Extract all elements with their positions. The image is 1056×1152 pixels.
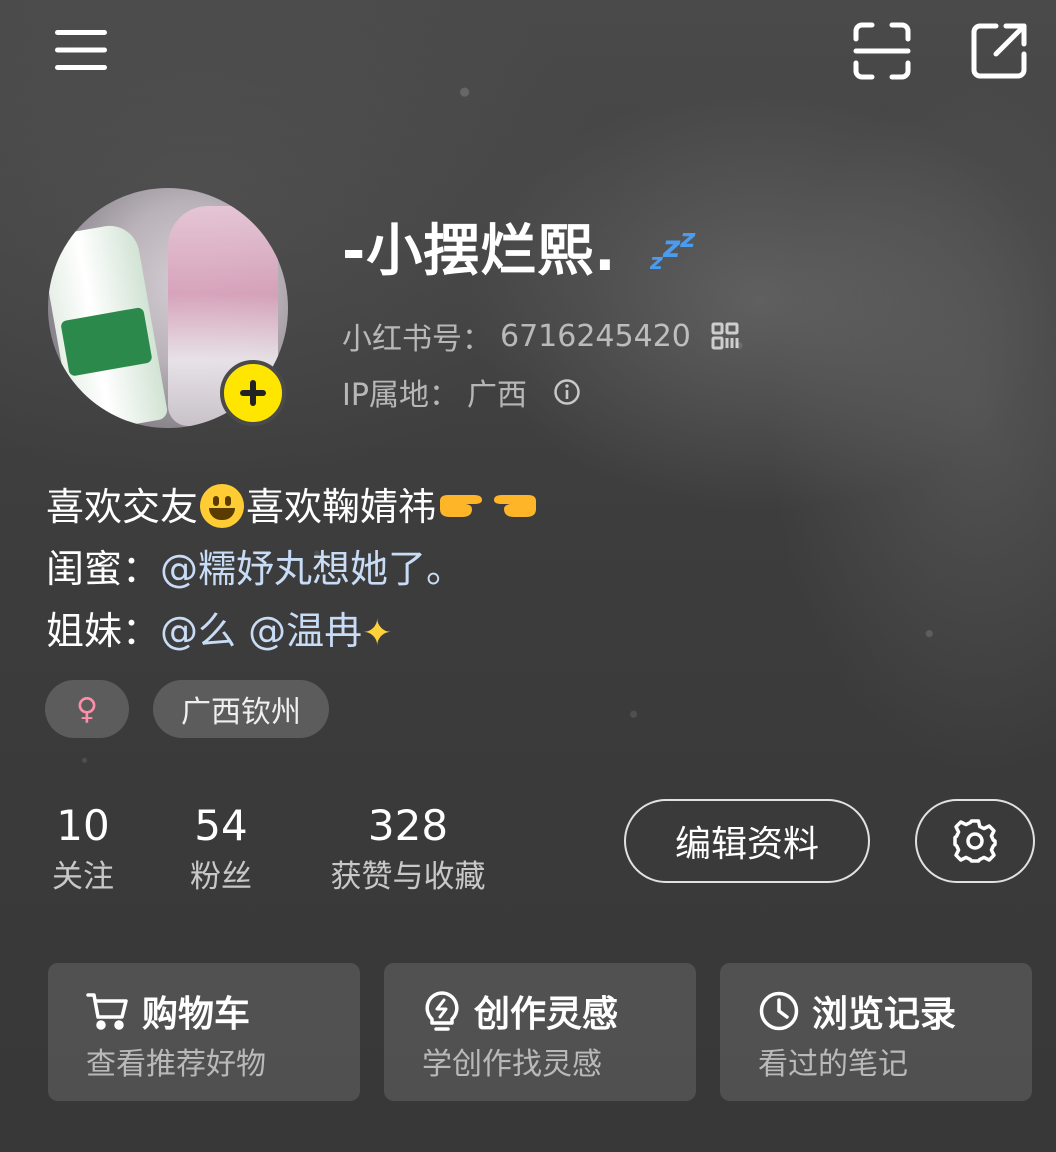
stat-likes-collections[interactable]: 328 获赞与收藏 <box>318 800 498 902</box>
grinning-face-icon <box>200 483 245 528</box>
bio-line-1: 喜欢交友 喜欢鞠婧祎 <box>46 476 540 532</box>
location-tag-label: 广西钦州 <box>181 695 301 730</box>
bio-text-1a: 喜欢交友 <box>46 485 199 529</box>
bio-prefix-2: 闺蜜： <box>46 547 161 591</box>
edit-profile-button[interactable]: 编辑资料 <box>624 799 870 883</box>
info-icon[interactable] <box>553 378 581 406</box>
bio-line-2: 闺蜜：@糯妤丸想她了。 <box>46 538 464 593</box>
card-title: 购物车 <box>142 994 251 1035</box>
profile-page: -小摆烂熙. zzz 小红书号： 6716245420 IP属地： 广西 喜欢交… <box>0 0 1056 1152</box>
card-title-row: 创作灵感 <box>422 985 618 1037</box>
menu-button[interactable] <box>44 20 118 80</box>
gender-tag: ♀ <box>45 680 129 738</box>
scan-button[interactable] <box>846 16 918 86</box>
stat-value: 10 <box>56 801 110 850</box>
stat-label: 关注 <box>52 859 114 895</box>
location-tag: 广西钦州 <box>153 680 329 738</box>
stat-value: 54 <box>194 801 248 850</box>
female-icon: ♀ <box>76 691 98 727</box>
stat-label: 获赞与收藏 <box>330 859 486 895</box>
ip-value: 广西 <box>466 378 527 413</box>
username: -小摆烂熙. <box>342 219 617 284</box>
bio-prefix-3: 姐妹： <box>46 609 161 653</box>
settings-button[interactable] <box>915 799 1035 883</box>
bio-mention-links[interactable]: @么 @温冉 <box>160 609 362 653</box>
add-avatar-button[interactable] <box>220 360 286 426</box>
card-subtitle: 查看推荐好物 <box>86 1047 266 1082</box>
pointing-left-icon <box>494 494 537 517</box>
xhs-id-label: 小红书号： <box>342 322 492 357</box>
pointing-right-icon <box>440 494 483 517</box>
clock-icon <box>759 991 799 1031</box>
card-title: 创作灵感 <box>474 994 619 1035</box>
gear-icon <box>953 819 997 863</box>
card-title-row: 购物车 <box>86 985 250 1037</box>
stat-label: 粉丝 <box>190 859 252 895</box>
stat-value: 328 <box>367 801 449 850</box>
cart-icon <box>86 993 128 1030</box>
shopping-cart-card[interactable]: 购物车 查看推荐好物 <box>48 963 360 1101</box>
bio-line-3: 姐妹：@么 @温冉✦ <box>46 600 392 655</box>
card-subtitle: 学创作找灵感 <box>422 1047 602 1082</box>
avatar-bottle-shape <box>48 221 169 428</box>
ip-label: IP属地： <box>342 378 459 413</box>
sparkles-icon: ✦ <box>362 613 393 654</box>
creative-inspiration-card[interactable]: 创作灵感 学创作找灵感 <box>384 963 696 1101</box>
share-external-icon <box>971 23 1027 79</box>
hamburger-menu-icon <box>55 30 107 70</box>
card-subtitle: 看过的笔记 <box>758 1047 908 1082</box>
browse-history-card[interactable]: 浏览记录 看过的笔记 <box>720 963 1032 1101</box>
zzz-icon: zzz <box>650 224 696 275</box>
plus-icon <box>240 380 266 406</box>
stat-following[interactable]: 10 关注 <box>44 800 122 902</box>
bio-text-1b: 喜欢鞠婧祎 <box>246 485 437 529</box>
xhs-id-value: 6716245420 <box>500 318 691 354</box>
card-title: 浏览记录 <box>812 994 957 1035</box>
share-button[interactable] <box>962 16 1036 86</box>
ip-location-row: IP属地： 广西 <box>342 370 581 414</box>
card-title-row: 浏览记录 <box>758 985 956 1037</box>
stat-followers[interactable]: 54 粉丝 <box>182 800 260 902</box>
bio-mention-link[interactable]: @糯妤丸想她了。 <box>160 547 464 591</box>
scan-icon <box>853 22 911 80</box>
bulb-icon <box>425 991 459 1031</box>
xhs-id-row[interactable]: 小红书号： 6716245420 <box>342 314 739 358</box>
qr-code-icon[interactable] <box>711 322 739 350</box>
